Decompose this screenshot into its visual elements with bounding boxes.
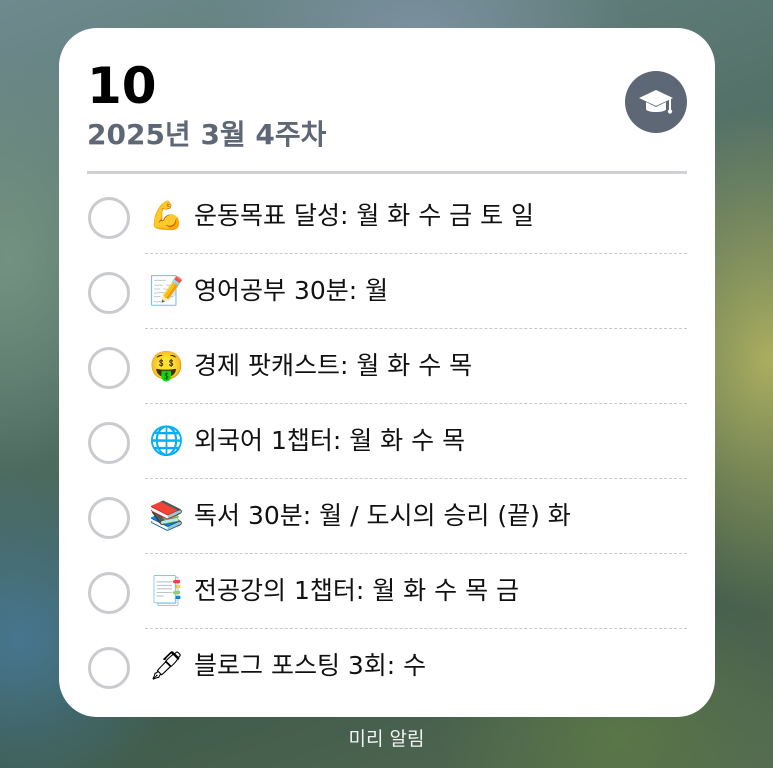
list-title: 2025년 3월 4주차 xyxy=(87,118,327,151)
memo-icon: 📝 xyxy=(149,274,184,307)
graduation-cap-icon xyxy=(625,71,687,133)
task-label: 블로그 포스팅 3회: 수 xyxy=(194,651,427,680)
list-item[interactable]: 📝 영어공부 30분: 월 xyxy=(59,254,715,329)
task-label: 독서 30분: 월 / 도시의 승리 (끝) 화 xyxy=(194,501,571,530)
task-label: 전공강의 1챕터: 월 화 수 목 금 xyxy=(194,576,520,605)
task-checkbox[interactable] xyxy=(88,347,130,389)
task-label: 영어공부 30분: 월 xyxy=(194,276,389,305)
task-label: 외국어 1챕터: 월 화 수 목 xyxy=(194,426,466,455)
day-number: 10 xyxy=(87,57,157,115)
task-checkbox[interactable] xyxy=(88,497,130,539)
task-checkbox[interactable] xyxy=(88,272,130,314)
list-item[interactable]: 🤑 경제 팟캐스트: 월 화 수 목 xyxy=(59,329,715,404)
list-item[interactable]: 🌐 외국어 1챕터: 월 화 수 목 xyxy=(59,404,715,479)
globe-icon: 🌐 xyxy=(149,424,184,457)
task-checkbox[interactable] xyxy=(88,197,130,239)
task-checkbox[interactable] xyxy=(88,647,130,689)
task-checkbox[interactable] xyxy=(88,422,130,464)
list-item[interactable]: 📚 독서 30분: 월 / 도시의 승리 (끝) 화 xyxy=(59,479,715,554)
fountain-pen-icon: 🖋 xyxy=(149,649,185,682)
task-label: 운동목표 달성: 월 화 수 금 토 일 xyxy=(194,201,535,230)
bookmark-tabs-icon: 📑 xyxy=(149,574,184,607)
widget-caption: 미리 알림 xyxy=(348,728,425,750)
task-list: 💪 운동목표 달성: 월 화 수 금 토 일 📝 영어공부 30분: 월 🤑 경제 팟캐스… xyxy=(59,179,715,704)
task-label: 경제 팟캐스트: 월 화 수 목 xyxy=(194,351,473,380)
money-mouth-face-icon: 🤑 xyxy=(149,349,184,382)
flexed-biceps-icon: 💪 xyxy=(149,199,184,232)
list-item[interactable]: 💪 운동목표 달성: 월 화 수 금 토 일 xyxy=(59,179,715,254)
list-item[interactable]: 📑 전공강의 1챕터: 월 화 수 목 금 xyxy=(59,554,715,629)
list-item[interactable]: 🖋 블로그 포스팅 3회: 수 xyxy=(59,629,715,704)
books-icon: 📚 xyxy=(149,499,184,532)
reminders-widget[interactable]: 10 2025년 3월 4주차 💪 운동목표 달성: 월 화 수 금 토 일 📝 영어… xyxy=(59,28,715,717)
header-divider xyxy=(87,171,687,174)
task-checkbox[interactable] xyxy=(88,572,130,614)
